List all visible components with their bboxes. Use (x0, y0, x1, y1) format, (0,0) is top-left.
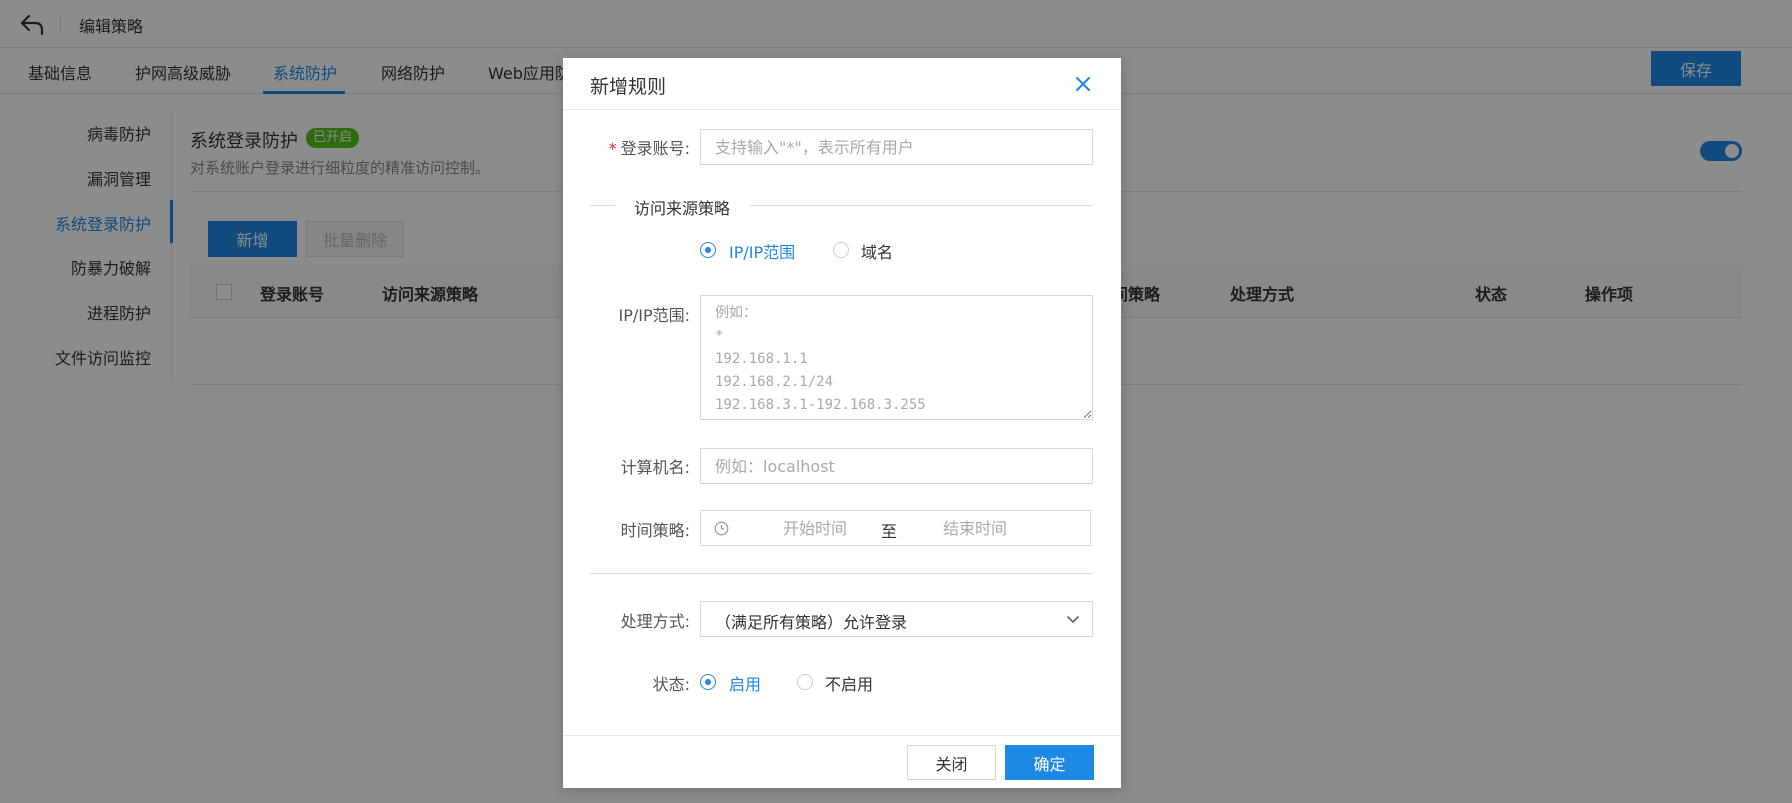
account-label: * 登录账号: (598, 135, 690, 159)
ip-range-textarea[interactable] (700, 295, 1093, 420)
close-button[interactable]: 关闭 (907, 745, 996, 780)
ip-range-radio[interactable] (700, 242, 716, 258)
chevron-down-icon (1067, 616, 1079, 623)
status-enabled-label[interactable]: 启用 (729, 671, 761, 695)
status-label: 状态: (652, 675, 690, 694)
hostname-input[interactable] (700, 448, 1093, 484)
dialog-header: 新增规则 (563, 58, 1121, 110)
ip-range-radio-label[interactable]: IP/IP范围 (729, 239, 795, 263)
clock-icon (714, 521, 729, 536)
close-icon[interactable] (1073, 74, 1093, 94)
required-mark: * (608, 139, 617, 158)
account-label-text: 登录账号: (620, 139, 690, 158)
divider-line-right (750, 205, 1093, 206)
dialog-footer: 关闭 确定 (563, 735, 1121, 788)
domain-radio-label[interactable]: 域名 (861, 239, 893, 263)
status-enabled-radio[interactable] (700, 674, 716, 690)
confirm-button[interactable]: 确定 (1005, 745, 1094, 780)
account-input[interactable] (700, 129, 1093, 165)
end-time-input[interactable] (905, 517, 1045, 539)
action-select-value: （满足所有策略）允许登录 (715, 613, 908, 632)
source-policy-heading: 访问来源策略 (634, 199, 731, 218)
time-range-separator: 至 (881, 522, 898, 541)
start-time-input[interactable] (755, 517, 875, 539)
hostname-label: 计算机名: (620, 458, 690, 477)
divider-line-left (590, 205, 615, 206)
dialog-title: 新增规则 (590, 76, 667, 98)
form-divider (590, 573, 1093, 574)
ip-range-label: IP/IP范围: (618, 306, 690, 325)
action-select[interactable]: （满足所有策略）允许登录 (700, 601, 1093, 637)
time-range-picker[interactable]: 至 (700, 510, 1091, 546)
action-label: 处理方式: (620, 612, 690, 631)
status-disabled-radio[interactable] (797, 674, 813, 690)
status-disabled-label[interactable]: 不启用 (825, 671, 873, 695)
add-rule-dialog: 新增规则 *登录账号: 访问来源策略 IP/IP范围 域名 IP/IP范围: 计… (563, 58, 1121, 788)
time-policy-label: 时间策略: (620, 521, 690, 540)
domain-radio[interactable] (833, 242, 849, 258)
